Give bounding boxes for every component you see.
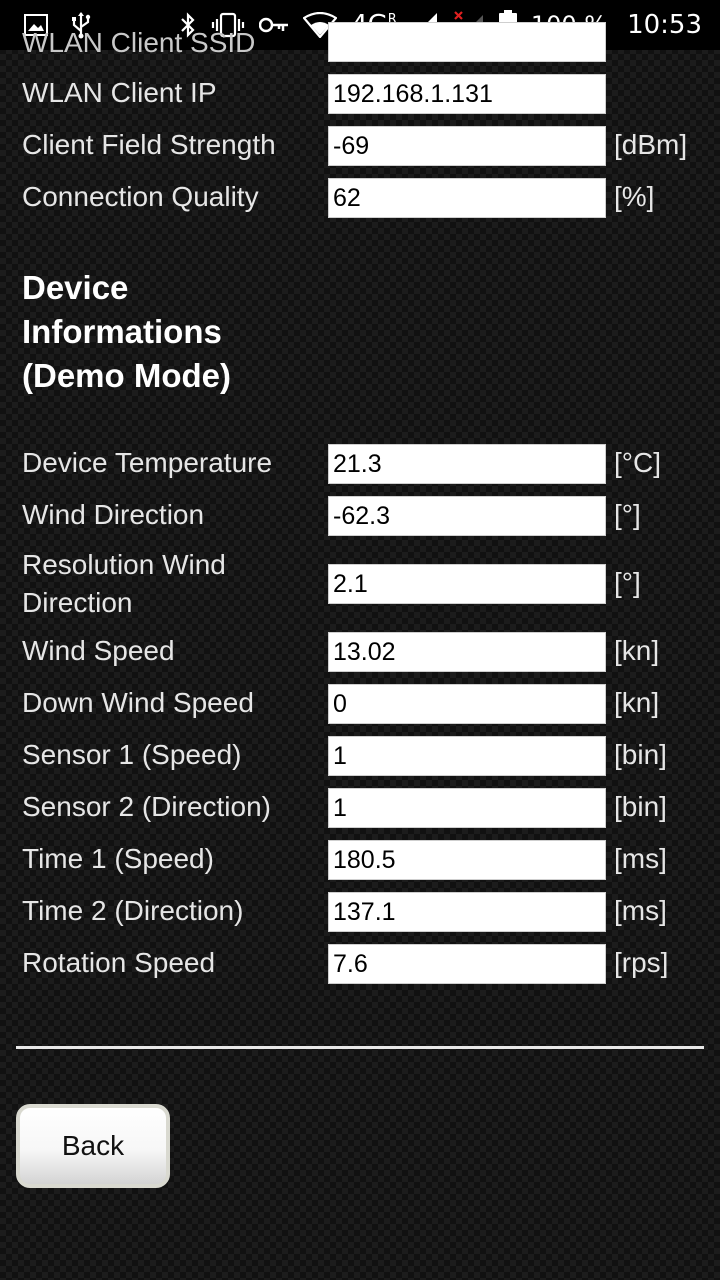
time-2-direction-label: Time 2 (Direction): [22, 895, 244, 926]
time-1-speed-unit: [ms]: [614, 843, 667, 874]
back-button[interactable]: Back: [16, 1104, 170, 1188]
device-temperature-unit: [°C]: [614, 447, 661, 478]
client-field-strength-unit: [dBm]: [614, 129, 688, 160]
time-1-speed-label: Time 1 (Speed): [22, 843, 214, 874]
down-wind-speed-field[interactable]: 0: [328, 684, 606, 724]
rotation-speed-label: Rotation Speed: [22, 947, 216, 978]
wlan-client-ip-label: WLAN Client IP: [22, 77, 217, 108]
wind-speed-field[interactable]: 13.02: [328, 632, 606, 672]
connection-quality-label: Connection Quality: [22, 181, 259, 212]
connection-quality-field[interactable]: 62: [328, 178, 606, 218]
wlan-client-ssid-label: WLAN Client SSID: [22, 27, 256, 58]
time-2-direction-unit: [ms]: [614, 895, 667, 926]
device-temperature-field[interactable]: 21.3: [328, 444, 606, 484]
sensor-1-speed-field[interactable]: 1: [328, 736, 606, 776]
settings-page: WLAN Client SSID WLAN Client IP 192.168.…: [0, 22, 720, 1280]
client-field-strength-label: Client Field Strength: [22, 129, 276, 160]
wind-speed-unit: [kn]: [614, 635, 660, 666]
down-wind-speed-label: Down Wind Speed: [22, 687, 254, 718]
resolution-wind-direction-unit: [°]: [614, 567, 641, 598]
wind-direction-field[interactable]: -62.3: [328, 496, 606, 536]
time-1-speed-field[interactable]: 180.5: [328, 840, 606, 880]
rotation-speed-field[interactable]: 7.6: [328, 944, 606, 984]
device-temperature-label: Device Temperature: [22, 447, 273, 478]
connection-quality-unit: [%]: [614, 181, 655, 212]
wind-speed-label: Wind Speed: [22, 635, 175, 666]
device-informations-heading: Device Informations (Demo Mode): [22, 269, 231, 394]
sensor-1-speed-unit: [bin]: [614, 739, 667, 770]
wind-direction-label: Wind Direction: [22, 499, 205, 530]
client-field-strength-field[interactable]: -69: [328, 126, 606, 166]
resolution-wind-direction-field[interactable]: 2.1: [328, 564, 606, 604]
rotation-speed-unit: [rps]: [614, 947, 669, 978]
time-2-direction-field[interactable]: 137.1: [328, 892, 606, 932]
resolution-wind-direction-label: Resolution Wind Direction: [22, 549, 226, 618]
wind-direction-unit: [°]: [614, 499, 641, 530]
sensor-2-direction-unit: [bin]: [614, 791, 667, 822]
sensor-2-direction-label: Sensor 2 (Direction): [22, 791, 271, 822]
divider: [16, 1046, 704, 1049]
sensor-1-speed-label: Sensor 1 (Speed): [22, 739, 242, 770]
wlan-client-ip-field[interactable]: 192.168.1.131: [328, 74, 606, 114]
sensor-2-direction-field[interactable]: 1: [328, 788, 606, 828]
wlan-client-ssid-field[interactable]: [328, 22, 606, 62]
down-wind-speed-unit: [kn]: [614, 687, 660, 718]
clock: 10:53: [627, 10, 702, 40]
